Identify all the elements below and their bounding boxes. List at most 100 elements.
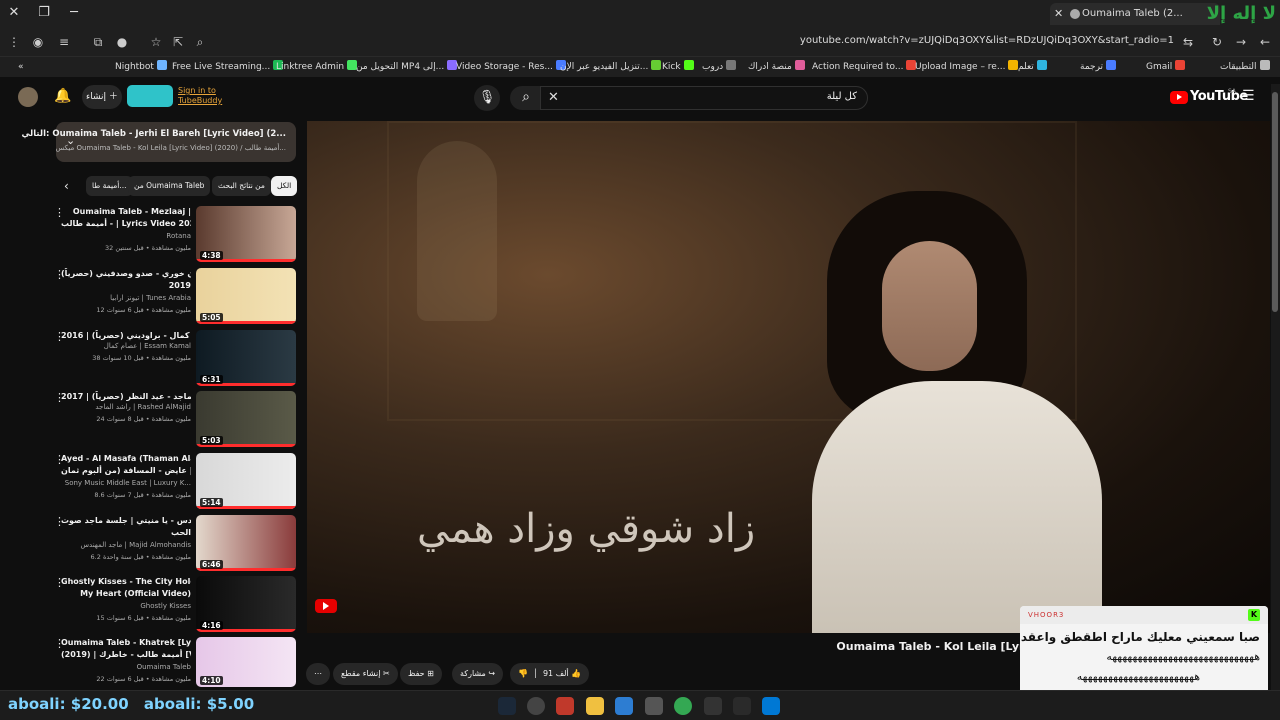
bookmark-translate[interactable]: ترجمة	[1080, 60, 1117, 74]
notifications-bell-icon[interactable]: 🔔	[54, 88, 71, 104]
video-ghost-figure	[417, 141, 497, 321]
voice-search-icon[interactable]: 🎙	[474, 85, 500, 111]
rec-thumbnail[interactable]: 5:03	[196, 391, 296, 447]
recommendation-item[interactable]: ⋮ مروان خوري - صدو وصدفيني (حصرياً) | 20…	[50, 268, 300, 326]
chip-channel-ar[interactable]: أميمة طا...	[86, 176, 133, 196]
more-actions-button[interactable]: ⋯	[306, 663, 330, 685]
donation-2: aboali: $5.00	[143, 695, 255, 713]
tab-search-icon[interactable]: ≡	[56, 34, 72, 50]
search-input[interactable]: كل ليلة	[540, 86, 868, 110]
bookmark-free-live[interactable]: Free Live Streaming...	[172, 60, 284, 74]
rec-thumbnail[interactable]: 4:38	[196, 206, 296, 262]
rec-title-2: أميمة طالب - خاطرك | (2019) [Video	[61, 650, 191, 659]
bookmark-apps[interactable]: التطبيقات	[1220, 60, 1270, 74]
bookmark-linktree[interactable]: Linktree Admin	[276, 60, 358, 74]
rec-title-2: 2019	[168, 281, 191, 290]
channel-watermark-icon	[315, 599, 337, 613]
bookmark-droob[interactable]: دروب	[702, 60, 737, 74]
forward-icon[interactable]: →	[1233, 34, 1249, 50]
bookmark-kick[interactable]: Kick	[662, 60, 694, 74]
file-explorer-icon[interactable]	[586, 697, 604, 715]
app-icon[interactable]	[645, 697, 663, 715]
rec-title: Oumaima Taleb - Khatrek [Lyric	[61, 638, 191, 647]
chip-all[interactable]: الكل	[271, 176, 298, 196]
recommendation-item[interactable]: ⋮ Oumaima Taleb - Mezlaaj | أميمة طالب -…	[50, 206, 300, 264]
rec-meta: 24 مليون مشاهدة • قبل 8 سنوات	[96, 415, 191, 423]
app-red-icon[interactable]	[556, 697, 574, 715]
bookmark-download[interactable]: تنزيل الفيديو عبر الإن...	[560, 60, 662, 74]
bookmark-video-storage[interactable]: Video Storage - Res...	[456, 60, 566, 74]
rec-thumbnail[interactable]: 5:05	[196, 268, 296, 324]
rec-channel: Rotana	[166, 232, 191, 240]
chip-from-search[interactable]: من نتائج البحث	[212, 176, 271, 196]
chevron-left-icon[interactable]: ‹	[64, 179, 69, 193]
close-window-icon[interactable]: ✕	[4, 4, 24, 22]
watermark-text: لا إله إلا الله	[1206, 3, 1276, 51]
rec-duration: 6:46	[200, 560, 223, 569]
extensions-icon[interactable]: ⧉	[90, 34, 106, 50]
create-button[interactable]: إنشاء ＋	[82, 85, 122, 109]
chip-from-channel[interactable]: من Oumaima Taleb	[128, 176, 211, 196]
chrome-icon[interactable]	[674, 697, 692, 715]
maximize-icon[interactable]: ❐	[34, 4, 54, 22]
taskbar: aboali: $20.00 aboali: $5.00	[0, 690, 1280, 720]
search-button[interactable]: ⌕	[510, 86, 542, 110]
avatar[interactable]	[18, 87, 38, 107]
recommendation-item[interactable]: ⋮ Ghostly Kisses - The City Holds My Hea…	[50, 576, 300, 634]
profile-icon[interactable]: ◉	[30, 34, 46, 50]
bookmark-upload-image[interactable]: Upload Image – re...	[915, 60, 1019, 74]
bookmark-star-icon[interactable]: ☆	[148, 34, 164, 50]
clear-search-icon[interactable]: ✕	[548, 90, 559, 105]
recommendation-item[interactable]: ⋮ Oumaima Taleb - Khatrek [Lyric أميمة ط…	[50, 637, 300, 695]
task-view-icon[interactable]	[704, 697, 722, 715]
bookmarks-overflow-icon[interactable]: «	[18, 60, 24, 74]
tubebuddy-signin-link[interactable]: Sign in to TubeBuddy	[178, 86, 222, 106]
obs-icon[interactable]	[527, 697, 545, 715]
share-button[interactable]: مشاركة ↪	[452, 663, 504, 685]
dislike-icon[interactable]: 👎	[518, 669, 528, 678]
bookmark-nightbot[interactable]: Nightbot	[115, 60, 167, 74]
rec-title: Oumaima Taleb - Mezlaaj |	[72, 207, 191, 216]
like-icon[interactable]: 👍	[571, 669, 581, 678]
site-settings-icon[interactable]: ⇆	[1180, 34, 1196, 50]
share-icon[interactable]: ⇱	[170, 34, 186, 50]
recommendation-item[interactable]: ⋮ ماجد المهندس - يا منيتي | جلسة ماجد صو…	[50, 515, 300, 573]
recommendation-item[interactable]: ⋮ راشد الماجد - عيد النظر (حصرياً) | 201…	[50, 391, 300, 449]
rec-thumbnail[interactable]: 5:14	[196, 453, 296, 509]
rec-thumbnail[interactable]: 6:31	[196, 330, 296, 386]
store-icon[interactable]	[615, 697, 633, 715]
bookmark-edraak[interactable]: منصة ادراك	[748, 60, 805, 74]
youtube-play-icon	[1170, 91, 1188, 104]
recommendation-item[interactable]: ⋮ Ayed - Al Masafa (Thaman Alam عايض - ا…	[50, 453, 300, 511]
rec-thumbnail[interactable]: 4:10	[196, 637, 296, 687]
reload-icon[interactable]: ↻	[1209, 34, 1225, 50]
url-field[interactable]: youtube.com/watch?v=zUJQiDq3OXY&list=RDz…	[800, 35, 1174, 46]
scrollbar-thumb[interactable]	[1272, 92, 1278, 312]
bookmark-gmail[interactable]: Gmail	[1146, 60, 1186, 74]
minimize-icon[interactable]: ─	[64, 4, 84, 22]
browser-menu-icon[interactable]: ⋮	[6, 34, 22, 50]
video-player[interactable]: زاد شوقي وزاد همي	[307, 121, 1270, 633]
bookmark-action-required[interactable]: Action Required to...	[812, 60, 917, 74]
recommendation-item[interactable]: ⋮ عصام كمال - براوديني (حصرياً) | 2016 ع…	[50, 330, 300, 388]
rec-thumbnail[interactable]: 6:46	[196, 515, 296, 571]
tubebuddy-icon[interactable]	[127, 85, 173, 107]
save-button[interactable]: حفظ ⊞	[400, 663, 442, 685]
back-icon[interactable]: ←	[1257, 34, 1273, 50]
rec-meta: 32 مليون مشاهدة • قبل سنتين	[105, 244, 191, 252]
steam-icon[interactable]	[498, 697, 516, 715]
bookmark-learn[interactable]: تعلم	[1018, 60, 1047, 74]
bookmark-mp4[interactable]: التحويل من MP4 إلى...	[356, 60, 458, 74]
extension-purple-icon[interactable]: ●	[114, 34, 130, 50]
bookmarks-bar: « Nightbot Free Live Streaming... Linktr…	[0, 57, 1280, 77]
hamburger-menu-icon[interactable]: ☰	[1242, 88, 1255, 104]
rec-thumbnail[interactable]: 4:16	[196, 576, 296, 632]
tab-title: Oumaima Taleb (2...	[1082, 8, 1183, 19]
search-taskbar-icon[interactable]	[733, 697, 751, 715]
filter-chips: ‹ أميمة طا... من Oumaima Taleb من نتائج …	[56, 176, 298, 196]
playlist-header[interactable]: ⌄ التالي: Oumaima Taleb - Jerhi El Bareh…	[21, 122, 296, 162]
windows-start-icon[interactable]	[762, 697, 780, 715]
clip-button[interactable]: إنشاء مقطع ✂	[333, 663, 398, 685]
zoom-icon[interactable]: ⌕	[192, 34, 208, 50]
tab-close-icon[interactable]: ✕	[1054, 3, 1063, 25]
